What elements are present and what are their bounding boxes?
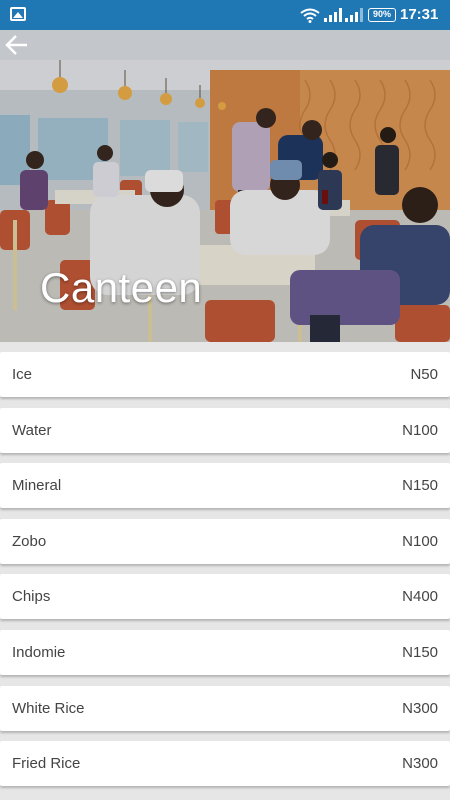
menu-item-chips[interactable]: Chips N400 xyxy=(0,574,450,620)
wifi-icon xyxy=(300,8,320,23)
page-title: Canteen xyxy=(40,264,203,311)
menu-item-water[interactable]: Water N100 xyxy=(0,407,450,453)
back-button[interactable] xyxy=(0,30,34,60)
item-price: N50 xyxy=(410,366,438,383)
item-name: Mineral xyxy=(12,477,62,495)
item-name: Indomie xyxy=(12,643,66,661)
battery-indicator: 90% xyxy=(368,8,396,22)
item-name: Water xyxy=(12,421,52,439)
header-photo: Canteen xyxy=(0,30,450,342)
gallery-icon xyxy=(10,7,26,21)
menu-item-zobo[interactable]: Zobo N100 xyxy=(0,518,450,564)
item-price: N300 xyxy=(402,699,438,717)
item-price: N400 xyxy=(402,588,438,606)
menu-item-mineral[interactable]: Mineral N150 xyxy=(0,463,450,509)
menu-list: Ice N50 Water N100 Mineral N150 Zobo N10… xyxy=(0,352,450,797)
signal-icon-2 xyxy=(345,8,363,22)
item-name: Zobo xyxy=(12,532,47,550)
status-bar: 90% 17:31 xyxy=(0,0,450,30)
item-price: N150 xyxy=(402,643,438,661)
item-name: Chips xyxy=(12,588,51,606)
item-price: N150 xyxy=(402,477,438,495)
item-name: Fried Rice xyxy=(12,755,81,773)
item-price: N100 xyxy=(402,421,438,439)
status-time: 17:31 xyxy=(400,6,439,23)
item-name: White Rice xyxy=(12,699,85,717)
menu-item-white-rice[interactable]: White Rice N300 xyxy=(0,685,450,731)
item-price: N100 xyxy=(402,532,438,550)
signal-icon xyxy=(324,8,342,22)
item-price: N300 xyxy=(402,755,438,773)
menu-item-ice[interactable]: Ice N50 xyxy=(0,352,450,397)
item-name: Ice xyxy=(12,366,33,383)
menu-item-indomie[interactable]: Indomie N150 xyxy=(0,629,450,675)
menu-item-fried-rice[interactable]: Fried Rice N300 xyxy=(0,741,450,787)
